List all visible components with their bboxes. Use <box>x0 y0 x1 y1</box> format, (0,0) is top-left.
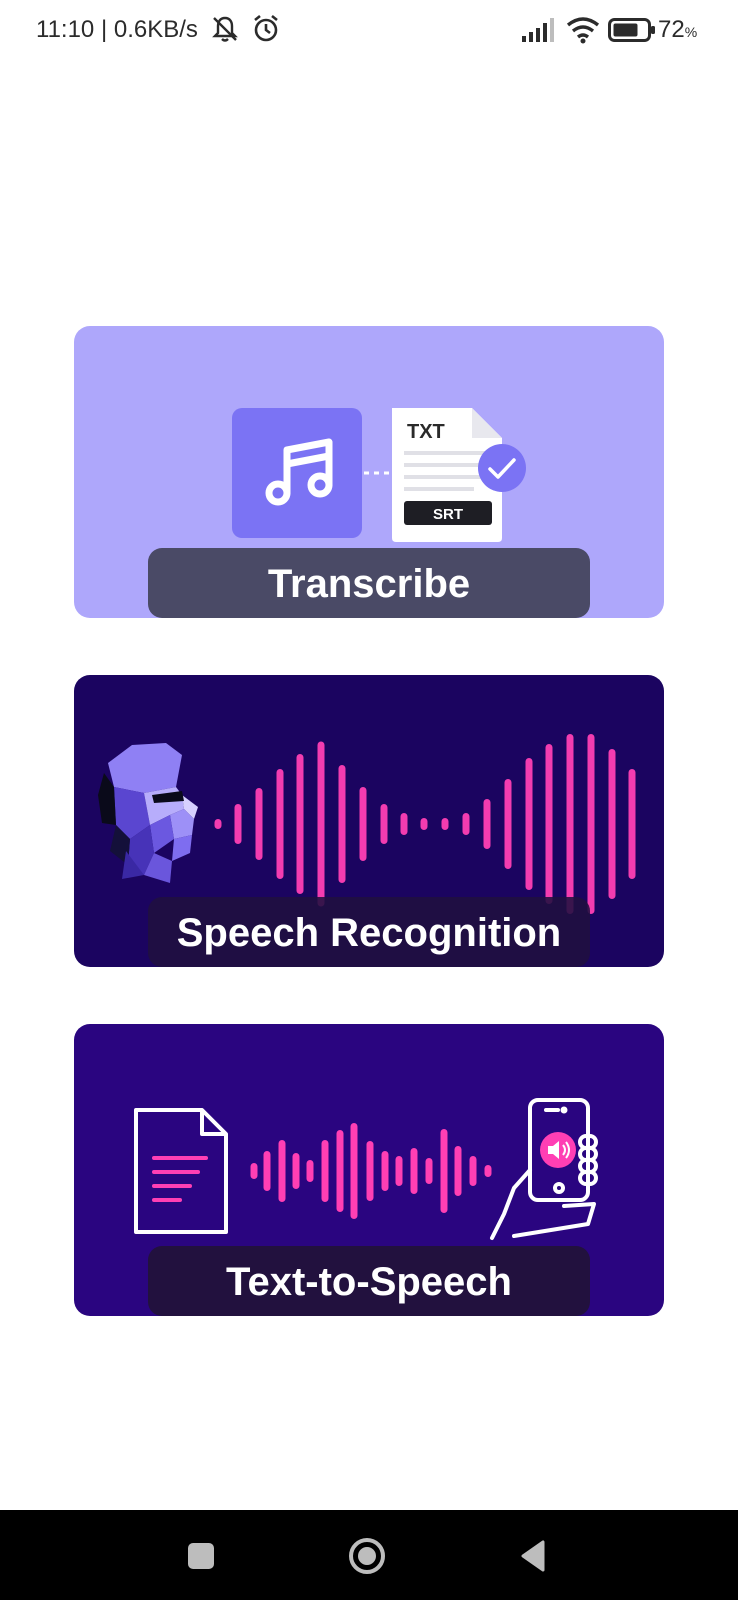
check-badge-icon <box>478 444 526 492</box>
soundwave-bar <box>255 788 263 860</box>
soundwave-bars <box>214 734 636 914</box>
robot-head-icon <box>98 743 198 883</box>
soundwave-bar <box>484 1165 492 1177</box>
soundwave-bar <box>545 744 553 904</box>
text-to-speech-label: Text-to-Speech <box>148 1246 590 1316</box>
soundwave-bar <box>441 818 449 830</box>
speech-recognition-card[interactable]: Speech Recognition <box>74 675 664 967</box>
signal-icon <box>522 18 554 42</box>
alarm-icon <box>254 14 278 42</box>
soundwave-bar <box>395 1156 403 1186</box>
soundwave-bar <box>336 1130 344 1212</box>
soundwave-bar <box>276 769 284 879</box>
navigation-bar <box>0 1510 738 1600</box>
soundwave-bars <box>250 1123 492 1219</box>
soundwave-bar <box>380 804 388 844</box>
soundwave-bar <box>350 1123 358 1219</box>
home-icon[interactable] <box>343 1532 391 1580</box>
soundwave-bar <box>420 818 428 830</box>
soundwave-bar <box>608 749 616 899</box>
document-icon <box>134 1108 228 1234</box>
recent-apps-icon[interactable] <box>177 1532 225 1580</box>
txt-format-label: TXT <box>407 421 445 443</box>
soundwave-bar <box>454 1146 462 1196</box>
soundwave-bar <box>483 799 491 849</box>
soundwave-bar <box>306 1160 314 1182</box>
soundwave-bar <box>440 1129 448 1213</box>
soundwave-bar <box>410 1148 418 1194</box>
soundwave-bar <box>321 1140 329 1202</box>
soundwave-bar <box>381 1151 389 1191</box>
soundwave-bar <box>292 1153 300 1189</box>
text-to-speech-card[interactable]: Text-to-Speech <box>74 1024 664 1316</box>
soundwave-bar <box>366 1141 374 1201</box>
soundwave-bar <box>469 1156 477 1186</box>
soundwave-bar <box>504 779 512 869</box>
soundwave-bar <box>566 734 574 914</box>
soundwave-bar <box>234 804 242 844</box>
battery-icon <box>608 18 655 42</box>
status-time-speed: 11:10 | 0.6KB/s <box>36 16 198 43</box>
wifi-icon <box>566 17 600 44</box>
soundwave-bar <box>263 1151 271 1191</box>
soundwave-bar <box>296 754 304 894</box>
soundwave-bar <box>425 1158 433 1184</box>
soundwave-bar <box>250 1163 258 1179</box>
soundwave-bar <box>359 787 367 861</box>
transcribe-card[interactable]: TXT SRT Transcribe <box>74 326 664 618</box>
soundwave-bar <box>317 741 325 907</box>
soundwave-bar <box>525 758 533 890</box>
soundwave-bar <box>400 813 408 835</box>
status-bar: 11:10 | 0.6KB/s 72% <box>0 0 738 62</box>
back-icon[interactable] <box>509 1532 557 1580</box>
speech-recognition-label: Speech Recognition <box>148 897 590 967</box>
soundwave-bar <box>462 813 470 835</box>
battery-percent: 72% <box>658 16 698 43</box>
soundwave-bar <box>214 819 222 829</box>
soundwave-bar <box>278 1140 286 1202</box>
phone-speaker-icon <box>490 1098 598 1240</box>
soundwave-bar <box>628 769 636 879</box>
mute-icon <box>212 16 238 42</box>
srt-format-label: SRT <box>433 506 463 523</box>
soundwave-bar <box>338 765 346 883</box>
transcribe-label: Transcribe <box>148 548 590 618</box>
soundwave-bar <box>587 734 595 914</box>
